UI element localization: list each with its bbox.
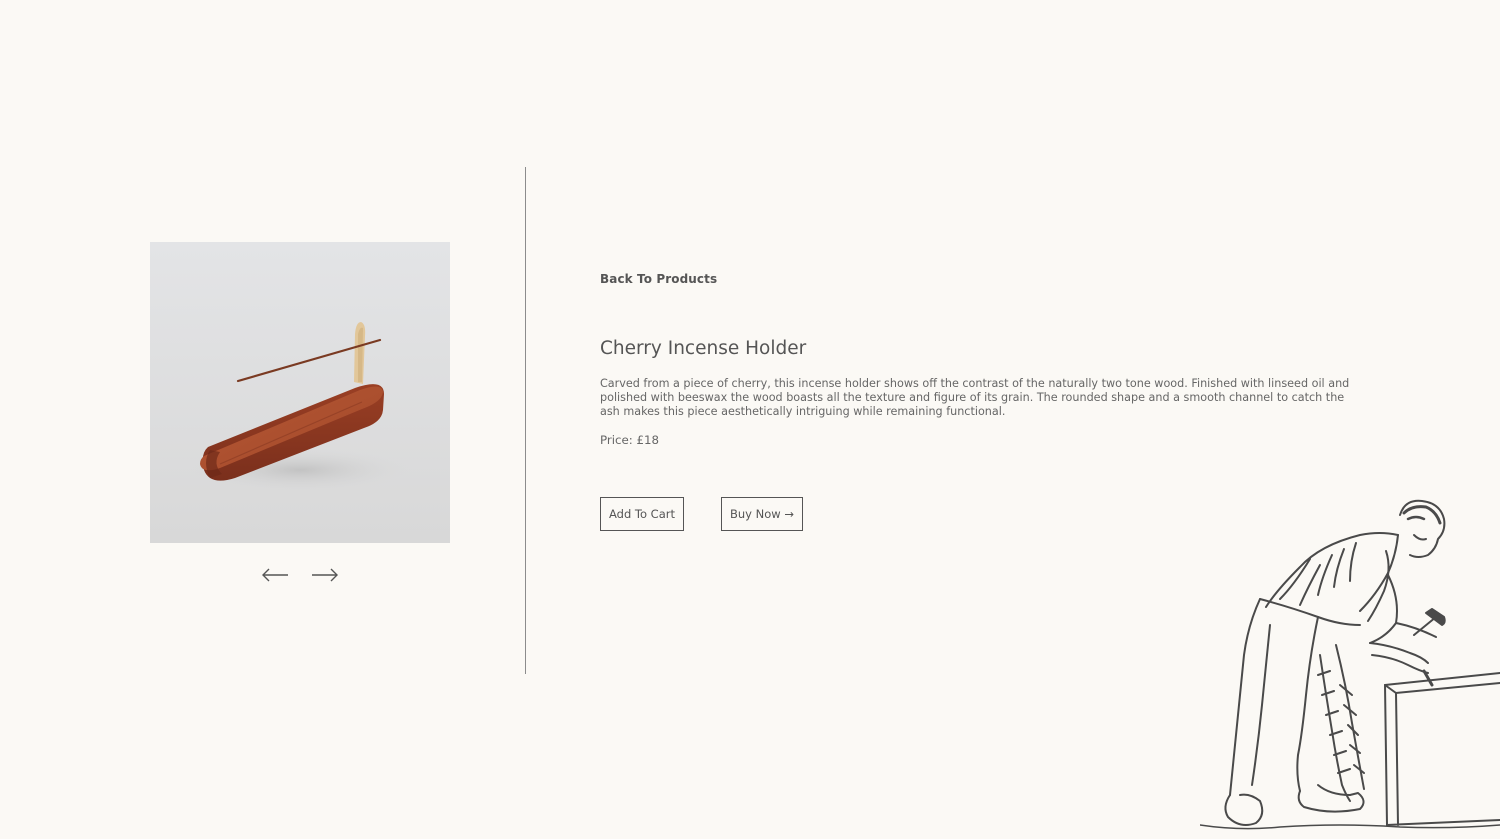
carpenter-illustration [1200,495,1500,839]
product-page: Back To Products Cherry Incense Holder C… [0,0,1500,839]
prev-image-button[interactable] [255,560,295,590]
next-image-button[interactable] [306,560,346,590]
incense-holder-photo [150,242,450,543]
buy-now-button[interactable]: Buy Now → [721,497,803,531]
back-to-products-link[interactable]: Back To Products [600,272,717,286]
arrow-right-icon [312,568,338,582]
vertical-divider [525,167,526,674]
add-to-cart-button[interactable]: Add To Cart [600,497,684,531]
product-price: Price: £18 [600,433,660,447]
carousel-nav [250,560,350,590]
product-title: Cherry Incense Holder [600,338,807,359]
product-image [150,242,450,543]
product-description: Carved from a piece of cherry, this ince… [600,377,1350,418]
arrow-left-icon [262,568,288,582]
